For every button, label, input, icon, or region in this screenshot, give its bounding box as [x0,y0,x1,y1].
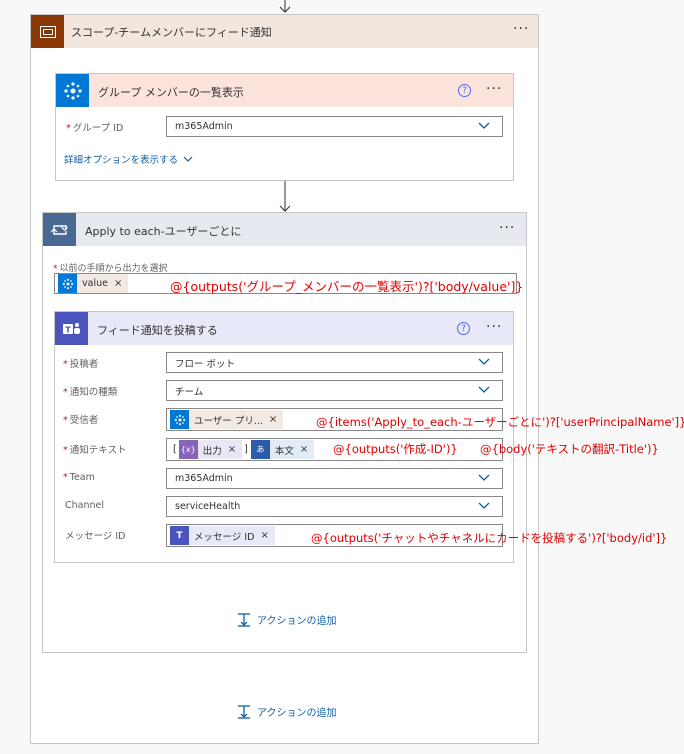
message-id-label: メッセージ ID [65,531,126,542]
value-token[interactable]: value × [58,274,129,293]
chevron-down-icon [478,386,490,393]
list-members-title: グループ メンバーの一覧表示 [98,86,244,99]
channel-label: Channel [65,500,105,511]
user-principal-token[interactable]: ユーザー プリ... × [170,410,284,429]
group-id-field[interactable]: m365Admin [166,116,503,137]
scope-container: スコープ-チームメンバーにフィード通知 ··· グループ メンバーの一覧表示 ?… [30,14,539,744]
annotation-message-expression: @{outputs('チャットやチャネルにカードを投稿する')?['body/i… [311,531,668,545]
add-action-inner-button[interactable]: アクションの追加 [237,612,337,627]
post-feed-title: フィード通知を投稿する [97,324,218,337]
team-value: m365Admin [175,473,233,484]
notification-text-label: * 通知テキスト [63,445,127,456]
channel-field[interactable]: serviceHealth [166,496,503,517]
recipient-label: * 受信者 [63,415,99,426]
remove-token-icon[interactable]: × [114,278,122,289]
help-icon[interactable]: ? [458,84,471,97]
apply-to-each-title: Apply to each-ユーザーごとに [85,225,242,238]
list-members-header[interactable]: グループ メンバーの一覧表示 ? ··· [56,74,513,107]
remove-token-icon[interactable]: × [260,530,268,541]
loop-icon [43,213,76,246]
add-action-outer-button[interactable]: アクションの追加 [237,704,337,719]
chevron-down-icon [183,156,193,162]
poster-value: フロー ボット [175,358,236,370]
chevron-down-icon [478,502,490,509]
output-token[interactable]: {x} 出力 × [178,440,243,459]
remove-token-icon[interactable]: × [300,444,308,455]
help-icon[interactable]: ? [457,322,470,335]
svg-text:T: T [65,325,71,334]
add-action-icon [238,612,250,627]
flow-arrow-top [279,0,291,13]
post-feed-menu-button[interactable]: ··· [486,319,502,335]
group-members-icon [56,74,89,107]
teams-icon: T [55,312,88,345]
notification-type-field[interactable]: チーム [166,380,503,401]
annotation-value-expression: @{outputs('グループ_メンバーの一覧表示')?['body/value… [170,279,524,294]
apply-to-each-header[interactable]: Apply to each-ユーザーごとに ··· [43,213,526,246]
group-id-value: m365Admin [175,121,233,132]
list-members-menu-button[interactable]: ··· [486,81,502,97]
flow-arrow [279,181,291,212]
show-advanced-options-link[interactable]: 詳細オプションを表示する [64,152,193,166]
team-label: * Team [63,472,95,483]
translator-icon: あ [250,440,270,459]
add-action-icon [238,704,250,719]
compose-icon: {x} [178,440,198,459]
scope-title: スコープ-チームメンバーにフィード通知 [71,26,272,39]
remove-token-icon[interactable]: × [269,414,277,425]
group-members-icon [58,274,77,293]
poster-field[interactable]: フロー ボット [166,352,503,373]
team-field[interactable]: m365Admin [166,468,503,489]
scope-icon [31,15,64,48]
annotation-recipient-expression: @{items('Apply_to_each-ユーザーごとに')?['userP… [316,415,684,429]
chevron-down-icon [478,474,490,481]
notification-type-value: チーム [175,386,204,398]
message-id-token[interactable]: T メッセージ ID × [170,526,275,545]
notification-type-label: * 通知の種類 [63,387,118,398]
apply-to-each-menu-button[interactable]: ··· [499,220,515,236]
chevron-down-icon [478,122,490,129]
annotation-output-expression: @{outputs('作成-ID')} [333,442,458,456]
annotation-body-expression: @{body('テキストの翻訳-Title')} [480,442,659,456]
body-token[interactable]: あ 本文 × [250,440,315,459]
group-members-icon [170,410,189,429]
chevron-down-icon [478,358,490,365]
post-feed-notification-card: T フィード通知を投稿する ? ··· * 投稿者 フロー ボット * 通知の種類 … [54,311,514,563]
remove-token-icon[interactable]: × [228,444,236,455]
scope-menu-button[interactable]: ··· [513,21,529,37]
teams-icon: T [170,526,189,545]
group-id-label: * グループ ID [66,123,124,134]
list-group-members-card: グループ メンバーの一覧表示 ? ··· * グループ ID m365Admin … [55,73,514,181]
poster-label: * 投稿者 [63,359,99,370]
post-feed-header[interactable]: T フィード通知を投稿する ? ··· [55,312,513,345]
channel-value: serviceHealth [175,501,241,512]
scope-header[interactable]: スコープ-チームメンバーにフィード通知 ··· [31,15,538,48]
